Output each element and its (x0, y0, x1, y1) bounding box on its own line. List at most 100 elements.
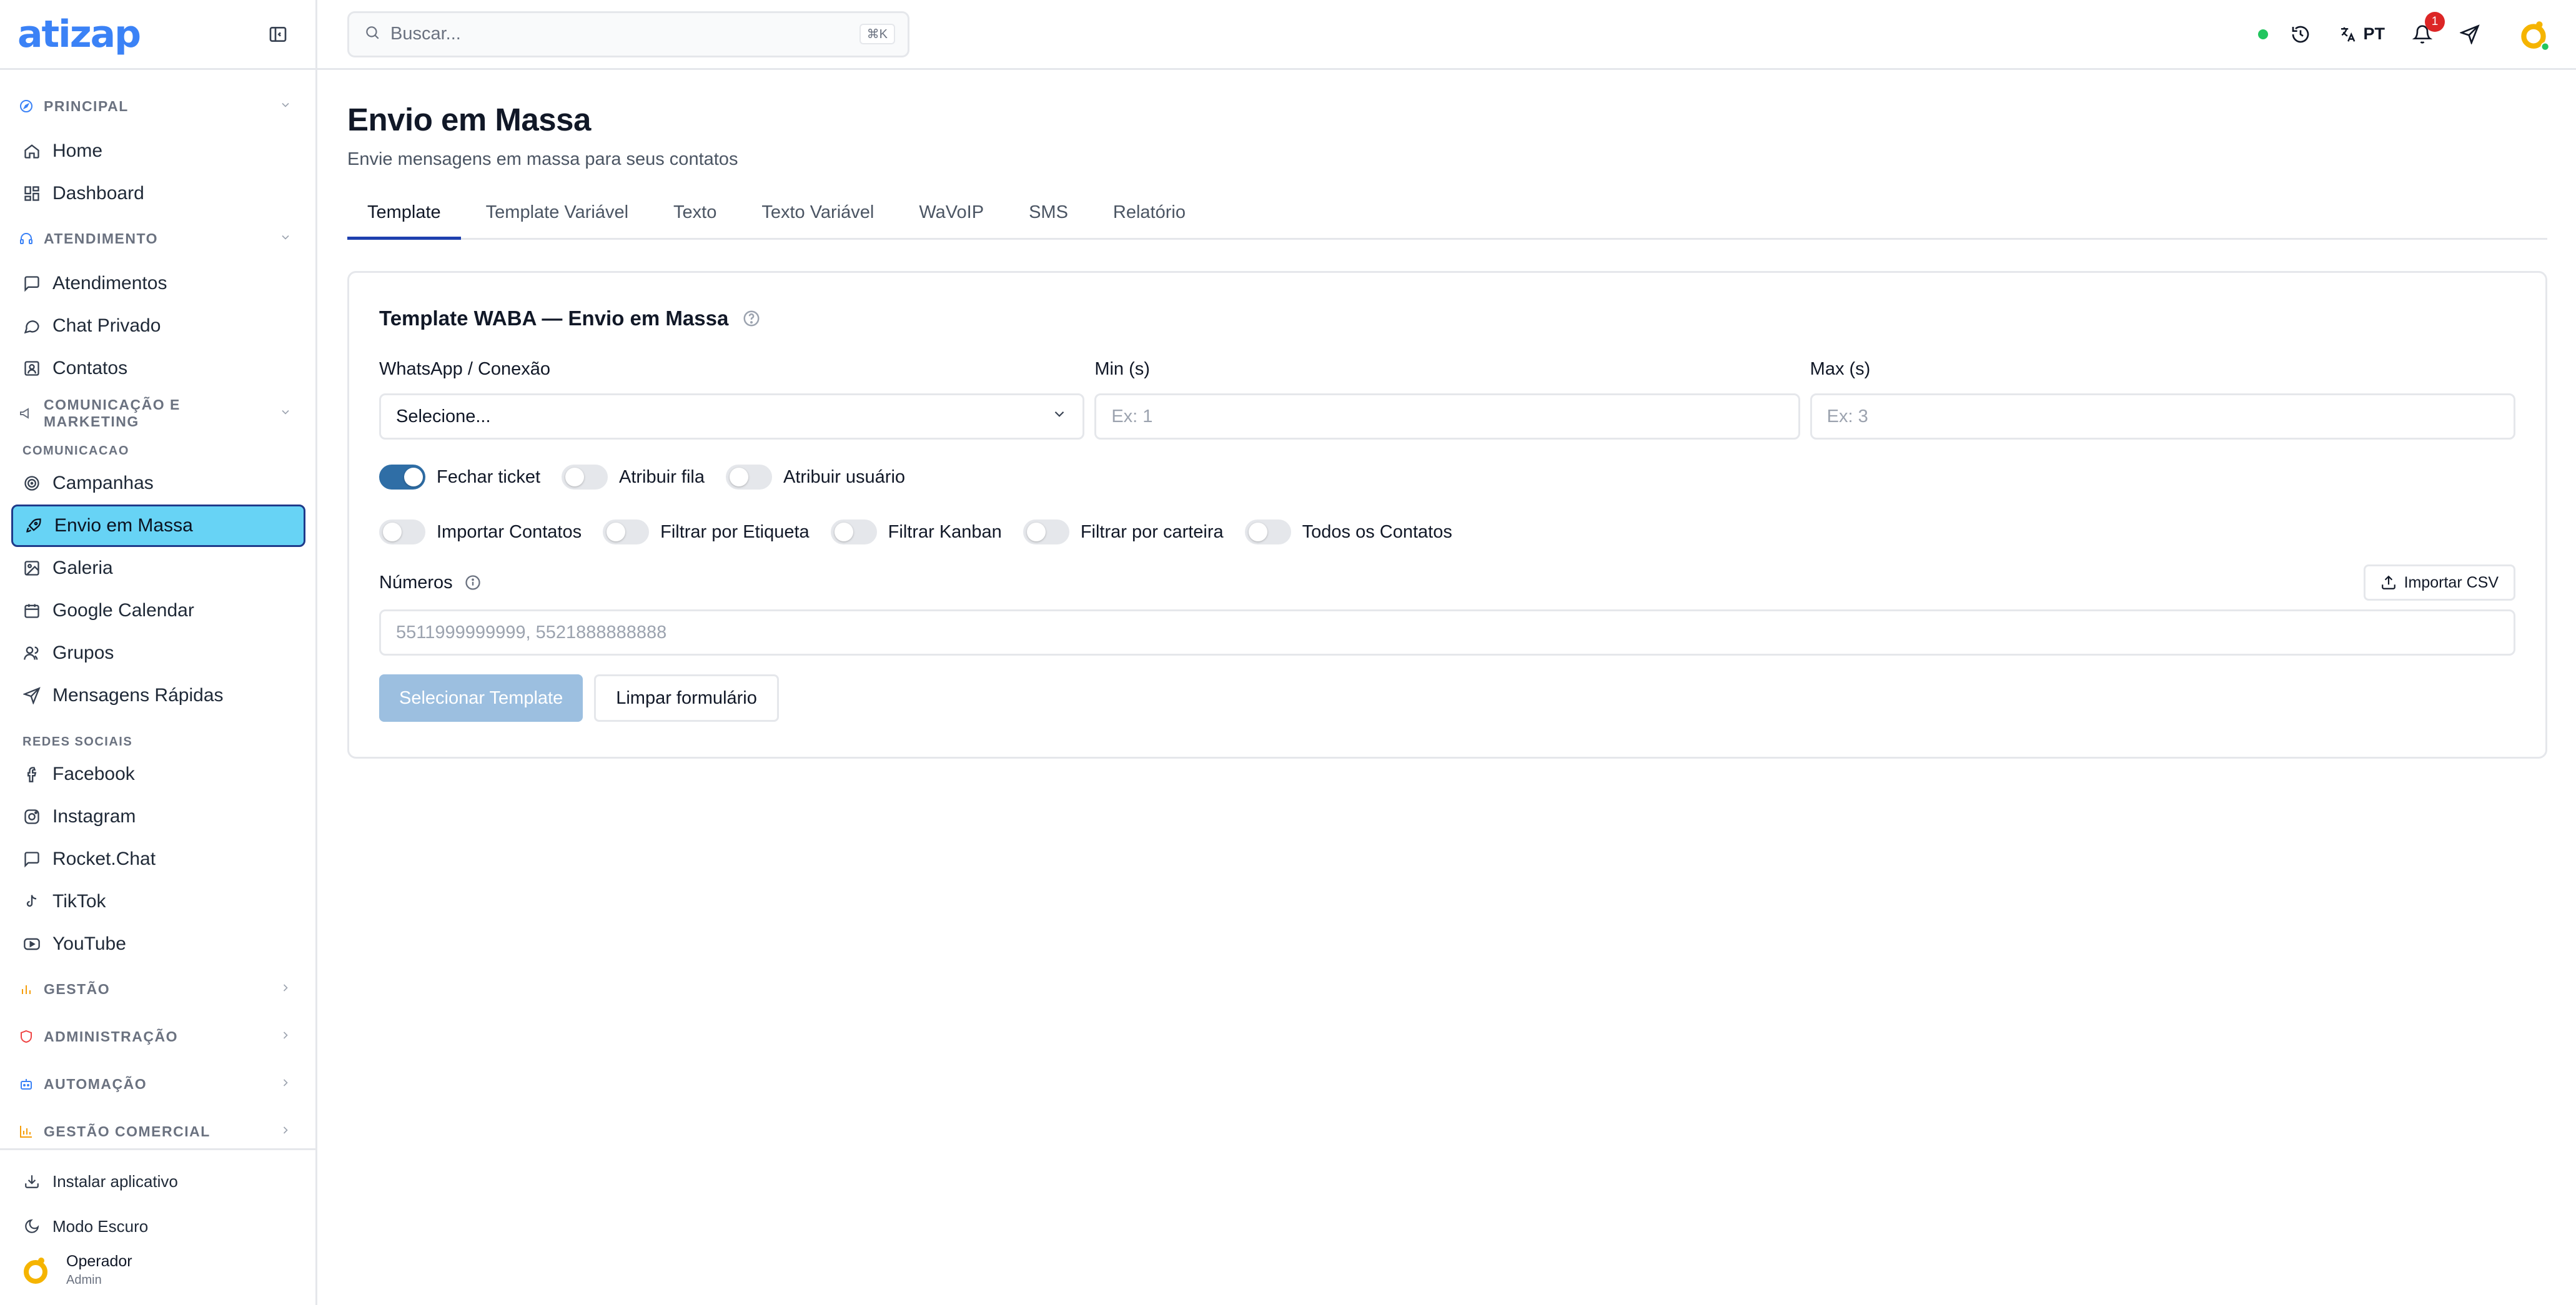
youtube-icon (22, 935, 41, 953)
language-selector[interactable]: PT (2338, 24, 2385, 44)
toggle-label: Filtrar Kanban (888, 521, 1002, 542)
message-square-icon (22, 274, 41, 293)
toggle-filtrar-kanban[interactable]: Filtrar Kanban (830, 520, 1002, 544)
sidebar-item-grupos[interactable]: Grupos (11, 632, 305, 674)
toggle-importar-contatos[interactable]: Importar Contatos (379, 520, 582, 544)
language-code: PT (2363, 24, 2385, 43)
sidebar-item-chat-privado[interactable]: Chat Privado (11, 305, 305, 347)
sidebar-item-dashboard[interactable]: Dashboard (11, 172, 305, 215)
toggle-label: Filtrar por carteira (1080, 521, 1224, 542)
install-app-button[interactable]: Instalar aplicativo (11, 1159, 305, 1204)
sidebar-item-mensagens-rapidas[interactable]: Mensagens Rápidas (11, 674, 305, 717)
tab-sms[interactable]: SMS (1009, 199, 1088, 238)
tab-texto[interactable]: Texto (653, 199, 736, 238)
section-label: ADMINISTRAÇÃO (44, 1028, 178, 1045)
sidebar-item-contatos[interactable]: Contatos (11, 347, 305, 390)
app-logo[interactable]: atizap (17, 12, 141, 56)
whatsapp-label: WhatsApp / Conexão (379, 359, 551, 379)
section-label: GESTÃO (44, 980, 111, 997)
tab-wavoip[interactable]: WaVoIP (899, 199, 1004, 238)
section-principal[interactable]: PRINCIPAL (0, 82, 315, 130)
toggle-switch[interactable] (603, 520, 650, 544)
sidebar-item-campanhas[interactable]: Campanhas (11, 462, 305, 505)
notifications-button[interactable]: 1 (2412, 11, 2445, 44)
toggle-filtrar-etiqueta[interactable]: Filtrar por Etiqueta (603, 520, 810, 544)
send-icon[interactable] (2460, 24, 2480, 44)
sidebar-item-envio-em-massa[interactable]: Envio em Massa (11, 505, 305, 547)
user-role: Admin (66, 1273, 102, 1287)
send-icon (22, 686, 41, 705)
max-input[interactable]: Ex: 3 (1810, 393, 2515, 440)
toggle-switch[interactable] (1023, 520, 1069, 544)
history-icon[interactable] (2291, 24, 2311, 44)
select-template-button[interactable]: Selecionar Template (379, 674, 583, 722)
upload-icon (2381, 575, 2395, 589)
import-csv-label: Importar CSV (2404, 573, 2499, 591)
toggle-switch[interactable] (379, 465, 425, 490)
toggle-switch[interactable] (562, 465, 608, 490)
chevron-right-icon (279, 1076, 292, 1093)
user-avatar-button[interactable] (2516, 17, 2551, 52)
sidebar-item-google-calendar[interactable]: Google Calendar (11, 589, 305, 632)
toggle-switch[interactable] (379, 520, 425, 544)
sidebar-item-rocket-chat[interactable]: Rocket.Chat (11, 838, 305, 880)
users-icon (22, 644, 41, 662)
sidebar-item-home[interactable]: Home (11, 130, 305, 172)
toggle-switch[interactable] (830, 520, 877, 544)
sidebar: atizap PRINCIPAL Home Dashboard ATENDIME… (0, 0, 317, 1305)
chevron-down-icon (279, 230, 292, 247)
section-atendimento[interactable]: ATENDIMENTO (0, 215, 315, 262)
toggle-atribuir-fila[interactable]: Atribuir fila (562, 465, 705, 490)
calendar-icon (22, 601, 41, 620)
search-placeholder: Buscar... (390, 24, 461, 44)
sidebar-item-label: Grupos (52, 643, 114, 663)
sidebar-item-galeria[interactable]: Galeria (11, 547, 305, 589)
card-title-text: Template WABA — Envio em Massa (379, 307, 729, 330)
sidebar-item-label: YouTube (52, 933, 126, 954)
app-root: atizap PRINCIPAL Home Dashboard ATENDIME… (0, 0, 2576, 1305)
page-subtitle: Envie mensagens em massa para seus conta… (347, 149, 738, 169)
sidebar-item-label: Dashboard (52, 183, 144, 204)
topbar: Buscar... ⌘K PT 1 (317, 0, 2576, 70)
tab-template[interactable]: Template (347, 199, 461, 240)
search-input[interactable]: Buscar... ⌘K (347, 11, 909, 57)
message-square-icon (22, 850, 41, 869)
sidebar-item-atendimentos[interactable]: Atendimentos (11, 262, 305, 305)
headset-icon (19, 231, 34, 246)
toggle-todos-contatos[interactable]: Todos os Contatos (1244, 520, 1452, 544)
sidebar-collapse-icon[interactable] (268, 24, 288, 44)
sidebar-item-facebook[interactable]: Facebook (11, 753, 305, 795)
dark-mode-toggle[interactable]: Modo Escuro (11, 1204, 305, 1249)
info-icon[interactable] (464, 574, 482, 591)
chart-icon (19, 1124, 34, 1139)
numeros-label: Números (379, 572, 453, 593)
numeros-input[interactable]: 5511999999999, 5521888888888 (379, 609, 2515, 656)
toggle-switch[interactable] (726, 465, 772, 490)
whatsapp-select[interactable]: Selecione... (379, 393, 1085, 440)
import-csv-button[interactable]: Importar CSV (2363, 564, 2515, 601)
min-field: Min (s) Ex: 1 (1094, 359, 1800, 440)
section-gestao[interactable]: GESTÃO (0, 965, 315, 1013)
min-input[interactable]: Ex: 1 (1094, 393, 1800, 440)
chevron-down-icon (279, 405, 292, 422)
shield-icon (19, 1029, 34, 1044)
tab-relatorio[interactable]: Relatório (1093, 199, 1206, 238)
tab-template-variavel[interactable]: Template Variável (466, 199, 648, 238)
section-administracao[interactable]: ADMINISTRAÇÃO (0, 1013, 315, 1060)
dashboard-icon (22, 184, 41, 203)
toggle-filtrar-carteira[interactable]: Filtrar por carteira (1023, 520, 1224, 544)
clear-form-button[interactable]: Limpar formulário (594, 674, 779, 722)
toggle-switch[interactable] (1244, 520, 1291, 544)
sidebar-item-instagram[interactable]: Instagram (11, 795, 305, 838)
section-gestao-comercial[interactable]: GESTÃO COMERCIAL (0, 1108, 315, 1148)
section-comunicacao[interactable]: COMUNICAÇÃO E MARKETING (0, 390, 315, 437)
toggle-fechar-ticket[interactable]: Fechar ticket (379, 465, 540, 490)
section-automacao[interactable]: AUTOMAÇÃO (0, 1060, 315, 1108)
help-circle-icon[interactable] (742, 309, 761, 328)
tab-texto-variavel[interactable]: Texto Variável (741, 199, 894, 238)
sidebar-item-youtube[interactable]: YouTube (11, 923, 305, 965)
user-profile[interactable]: Operador Admin (0, 1249, 315, 1300)
sidebar-item-tiktok[interactable]: TikTok (11, 880, 305, 923)
user-name: Operador (66, 1253, 132, 1270)
toggle-atribuir-usuario[interactable]: Atribuir usuário (726, 465, 905, 490)
